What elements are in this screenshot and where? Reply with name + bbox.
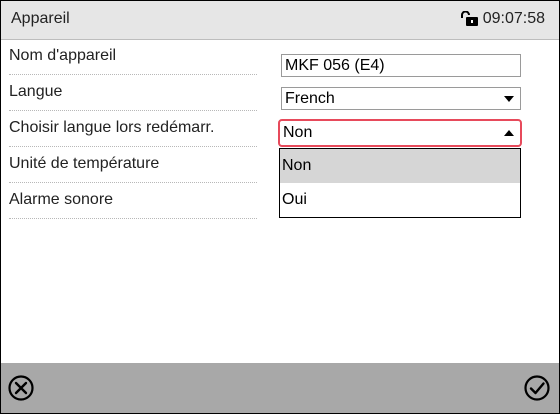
- clock: 09:07:58: [460, 10, 545, 28]
- confirm-button[interactable]: [523, 374, 551, 402]
- chevron-down-icon: [504, 96, 514, 102]
- header-bar: Appareil 09:07:58: [1, 1, 559, 40]
- row-divider: [9, 218, 257, 219]
- cancel-circle-icon: [8, 375, 34, 401]
- language-on-restart-dropdown: Non Oui: [279, 148, 521, 218]
- unlock-icon: [460, 11, 478, 26]
- dropdown-option-oui[interactable]: Oui: [280, 183, 520, 217]
- checkmark-circle-icon: [524, 375, 550, 401]
- sound-alarm-label: Alarme sonore: [9, 191, 114, 208]
- device-settings-window: Appareil 09:07:58 Nom d'appareil MKF 056…: [0, 0, 560, 414]
- time-display: 09:07:58: [482, 10, 545, 27]
- language-label: Langue: [9, 83, 63, 100]
- language-select[interactable]: French: [281, 87, 521, 110]
- cancel-button[interactable]: [7, 374, 35, 402]
- dropdown-option-non[interactable]: Non: [280, 149, 520, 183]
- page-title: Appareil: [11, 10, 70, 27]
- footer-bar: [1, 363, 559, 413]
- temperature-unit-label: Unité de température: [9, 155, 160, 172]
- language-on-restart-label: Choisir langue lors redémarr.: [9, 119, 215, 136]
- chevron-up-icon: [504, 130, 514, 136]
- language-on-restart-select[interactable]: Non: [278, 119, 522, 147]
- device-name-label: Nom d'appareil: [9, 47, 117, 64]
- device-name-field[interactable]: MKF 056 (E4): [281, 54, 521, 77]
- language-select-value: French: [285, 90, 335, 107]
- language-on-restart-select-value: Non: [283, 124, 313, 141]
